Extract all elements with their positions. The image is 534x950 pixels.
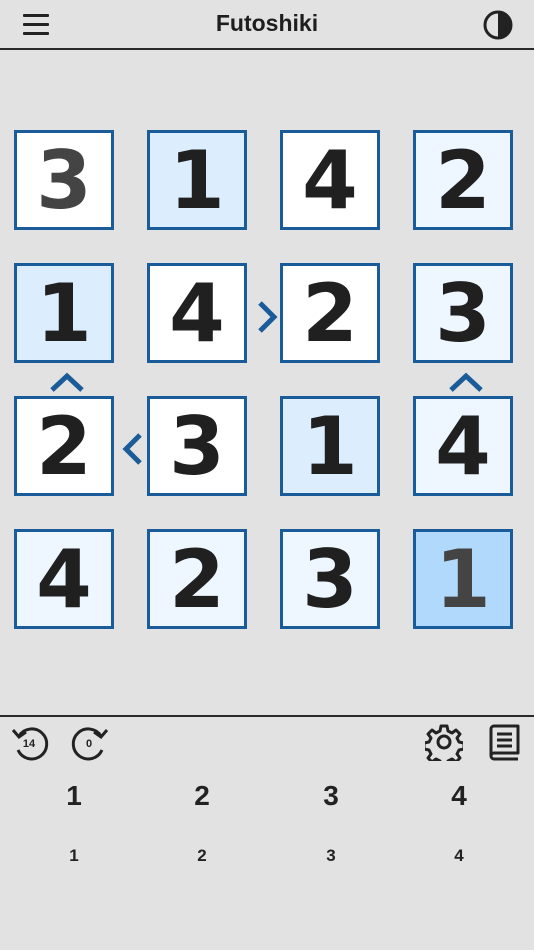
cell-r4c3[interactable]: 3 (280, 529, 380, 629)
cell-r1c2[interactable]: 1 (147, 130, 247, 230)
cell-r3c3[interactable]: 1 (280, 396, 380, 496)
number-button-3[interactable]: 3 (301, 780, 361, 812)
note-button-4[interactable]: 4 (429, 846, 489, 866)
number-button-4[interactable]: 4 (429, 780, 489, 812)
number-button-2[interactable]: 2 (172, 780, 232, 812)
redo-count: 0 (85, 738, 93, 750)
note-button-3[interactable]: 3 (301, 846, 361, 866)
cell-r3c2[interactable]: 3 (147, 396, 247, 496)
cell-r1c4[interactable]: 2 (413, 130, 513, 230)
toolbar-divider (0, 715, 534, 717)
puzzle-board: 3 1 4 2 1 4 2 3 2 3 1 4 4 2 3 1 (0, 0, 534, 700)
inequality-caret-up-r2c1-r3c1 (50, 372, 84, 392)
cell-r2c1[interactable]: 1 (14, 263, 114, 363)
cell-r2c4[interactable]: 3 (413, 263, 513, 363)
cell-r4c4-selected[interactable]: 1 (413, 529, 513, 629)
cell-r1c3[interactable]: 4 (280, 130, 380, 230)
cell-r1c1[interactable]: 3 (14, 130, 114, 230)
undo-count: 14 (22, 738, 36, 750)
cell-r4c1[interactable]: 4 (14, 529, 114, 629)
note-button-1[interactable]: 1 (44, 846, 104, 866)
inequality-caret-up-r2c4-r3c4 (449, 372, 483, 392)
cell-r4c2[interactable]: 2 (147, 529, 247, 629)
cell-r2c3[interactable]: 2 (280, 263, 380, 363)
note-button-2[interactable]: 2 (172, 846, 232, 866)
inequality-less-than-r3c1-r3c2 (122, 433, 142, 465)
cell-r2c2[interactable]: 4 (147, 263, 247, 363)
cell-r3c1[interactable]: 2 (14, 396, 114, 496)
number-button-1[interactable]: 1 (44, 780, 104, 812)
inequality-greater-than-r2c2-r2c3 (258, 301, 278, 333)
gear-icon[interactable] (425, 723, 463, 761)
cell-r3c4[interactable]: 4 (413, 396, 513, 496)
book-icon[interactable] (486, 723, 522, 763)
